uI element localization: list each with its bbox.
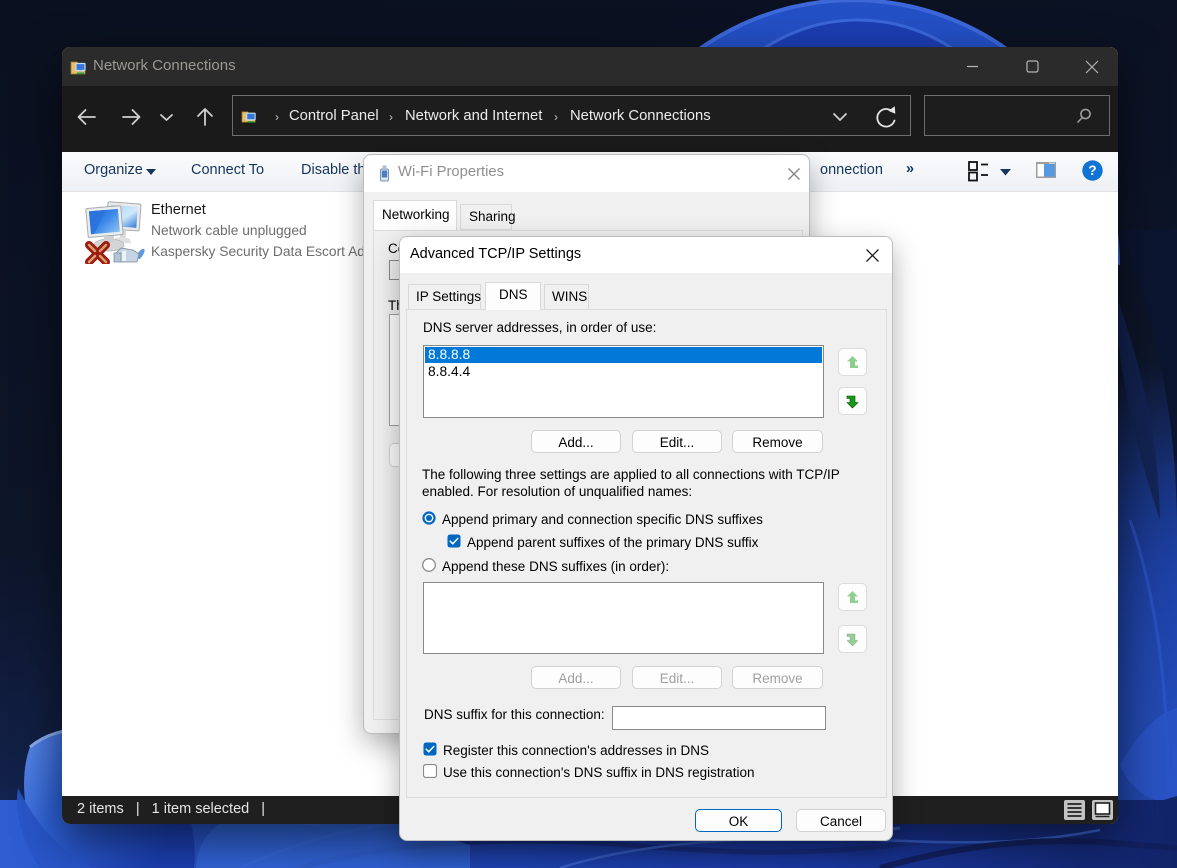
- svg-text:?: ?: [1088, 163, 1096, 178]
